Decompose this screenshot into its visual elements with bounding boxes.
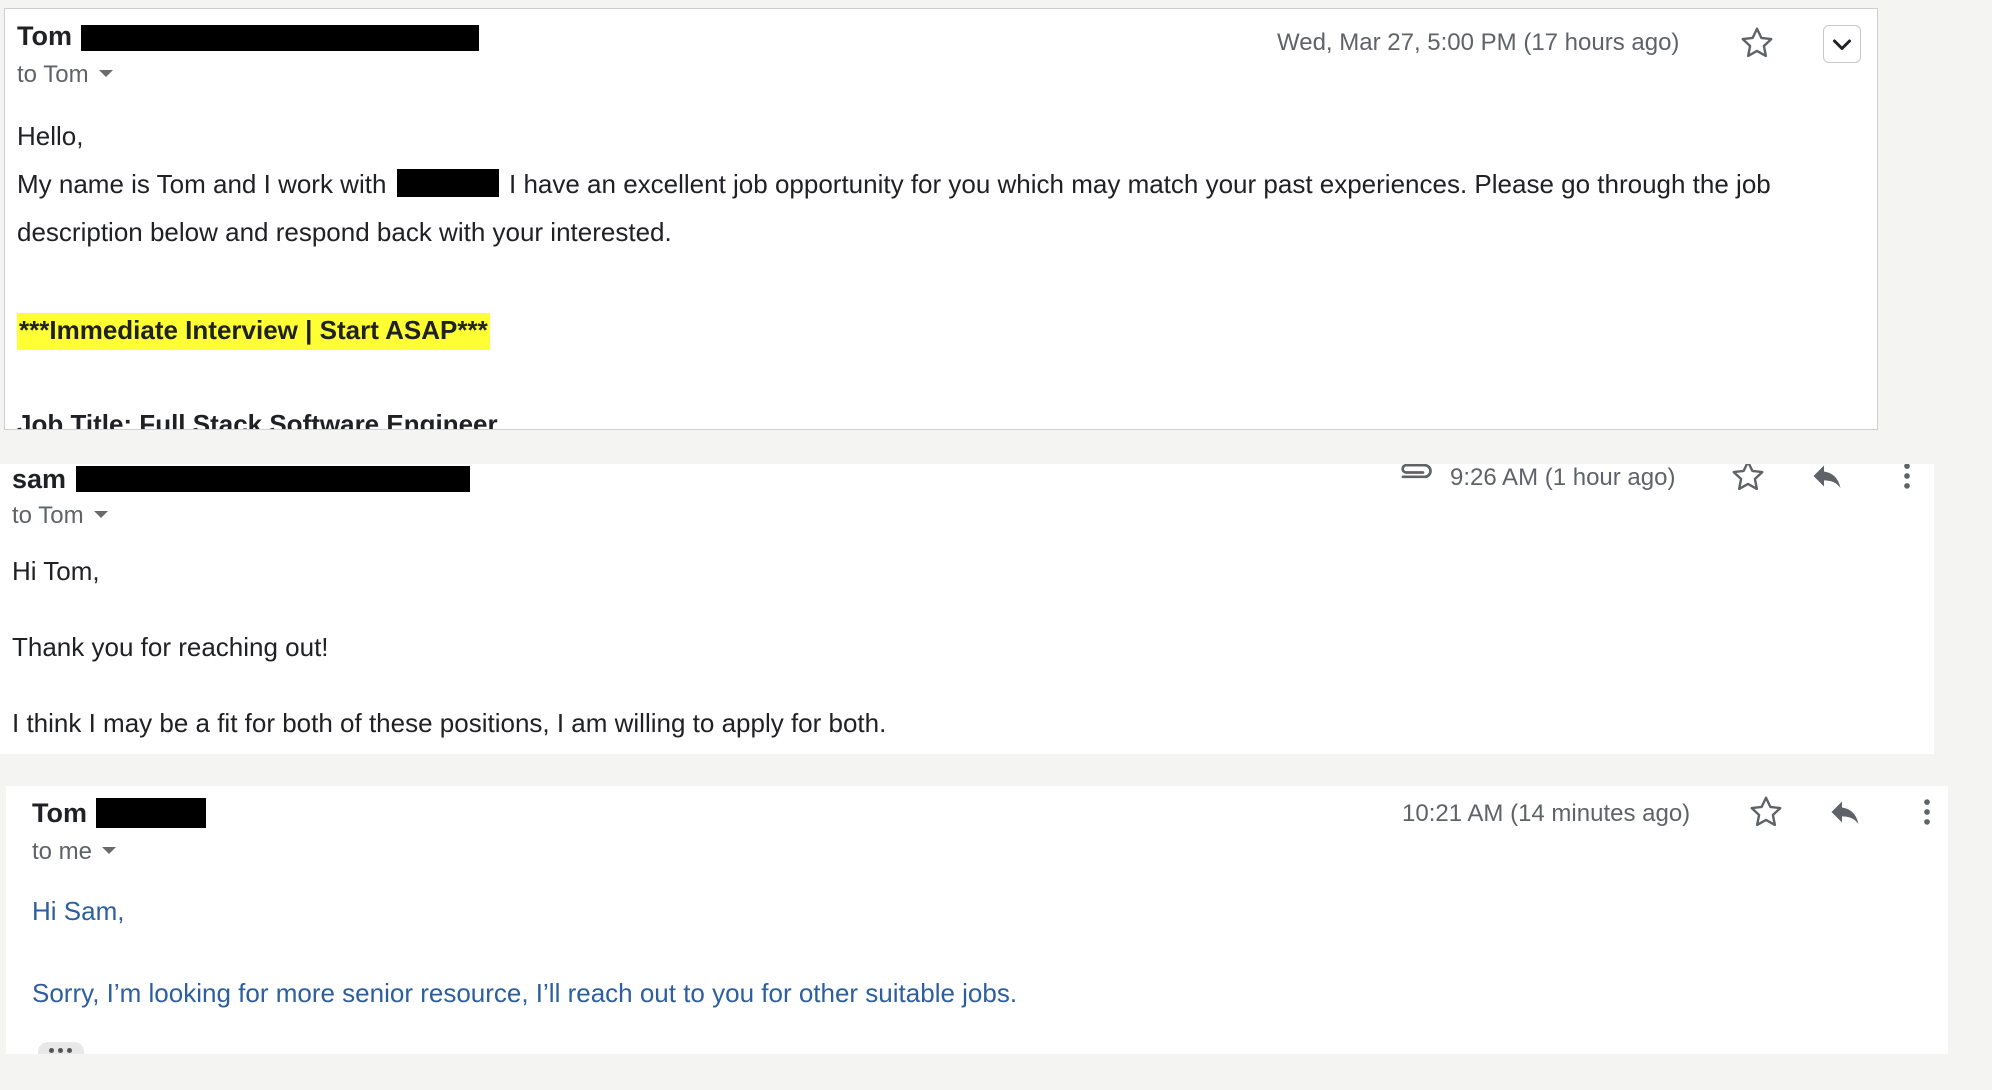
email-message-3: Tom to me 10:21 AM (14 minutes ago) Hi S… bbox=[6, 786, 1948, 1054]
chevron-down-icon bbox=[1833, 39, 1851, 50]
highlighted-banner: ***Immediate Interview | Start ASAP*** bbox=[17, 313, 490, 350]
job-title: Job Title: Full Stack Software Engineer bbox=[17, 409, 498, 430]
recipient-dropdown[interactable]: to me bbox=[32, 838, 117, 866]
caret-down-icon bbox=[102, 847, 117, 855]
message-date: Wed, Mar 27, 5:00 PM (17 hours ago) bbox=[1277, 29, 1680, 56]
more-vert-icon[interactable] bbox=[1910, 794, 1944, 830]
more-vert-icon[interactable] bbox=[1890, 464, 1924, 494]
redacted-company bbox=[397, 169, 499, 197]
body-line-2: I think I may be a fit for both of these… bbox=[12, 708, 887, 738]
recipient-label: to me bbox=[32, 838, 93, 865]
caret-down-icon bbox=[93, 511, 108, 519]
caret-down-icon bbox=[98, 70, 113, 78]
ellipsis-icon[interactable] bbox=[38, 1042, 84, 1054]
redacted-sender-email bbox=[96, 798, 206, 828]
recipient-label: to Tom bbox=[12, 502, 84, 529]
sender-name[interactable]: Tom bbox=[17, 21, 72, 52]
reply-icon[interactable] bbox=[1826, 794, 1864, 830]
body-line-1: Sorry, I’m looking for more senior resou… bbox=[32, 978, 1018, 1008]
email-message-1: Tom to Tom Wed, Mar 27, 5:00 PM (17 hour… bbox=[4, 8, 1878, 430]
redacted-sender-email bbox=[76, 466, 470, 492]
greeting: Hello, bbox=[17, 121, 84, 151]
body-line-1a: My name is Tom and I work with bbox=[17, 169, 387, 199]
message-date: 10:21 AM (14 minutes ago) bbox=[1402, 800, 1691, 827]
body-line-1: Thank you for reaching out! bbox=[12, 632, 329, 662]
paperclip-icon bbox=[1401, 464, 1432, 479]
star-icon[interactable] bbox=[1748, 794, 1784, 830]
recipient-label: to Tom bbox=[17, 61, 89, 88]
greeting: Hi Tom, bbox=[12, 556, 100, 586]
message-date: 9:26 AM (1 hour ago) bbox=[1450, 464, 1676, 491]
sender-name[interactable]: Tom bbox=[32, 798, 87, 829]
body-line-2: description below and respond back with … bbox=[17, 217, 672, 247]
star-icon[interactable] bbox=[1739, 25, 1775, 61]
reply-icon[interactable] bbox=[1808, 464, 1846, 494]
recipient-dropdown[interactable]: to Tom bbox=[17, 61, 113, 89]
recipient-dropdown[interactable]: to Tom bbox=[12, 502, 108, 530]
sender-name[interactable]: sam bbox=[12, 464, 66, 495]
body-line-1b: I have an excellent job opportunity for … bbox=[509, 169, 1771, 199]
greeting: Hi Sam, bbox=[32, 896, 125, 926]
redacted-sender-email bbox=[81, 25, 479, 51]
expand-button[interactable] bbox=[1823, 25, 1861, 63]
email-message-2: sam to Tom 9:26 AM (1 hour ago) Hi Tom, … bbox=[0, 464, 1934, 754]
star-icon[interactable] bbox=[1730, 464, 1766, 494]
